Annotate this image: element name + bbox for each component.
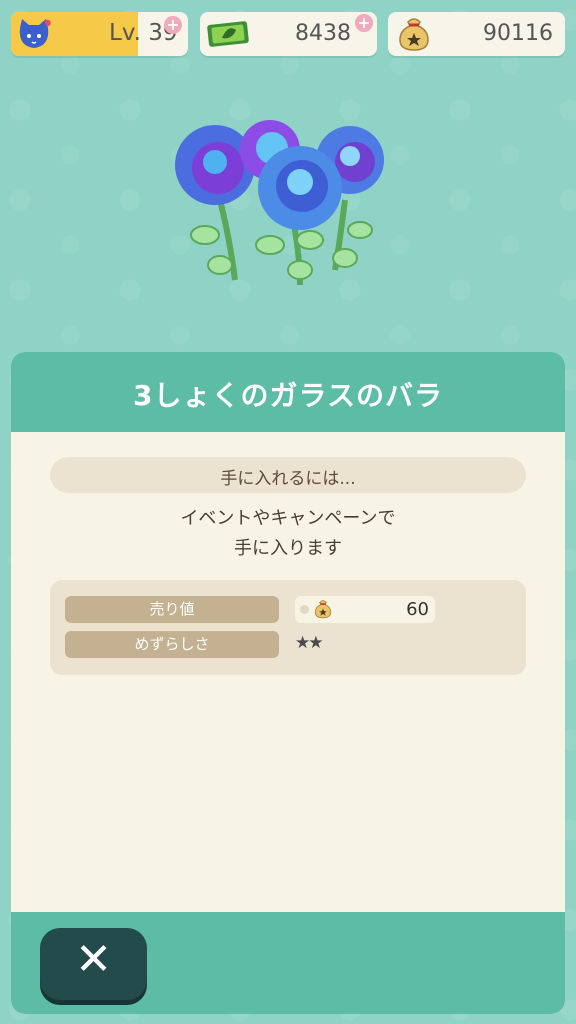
how-to-get-banner: 手に入れるには... [50, 457, 526, 493]
sell-price-field: 60 [295, 596, 435, 623]
close-icon: ✕ [75, 934, 112, 985]
item-description: イベントやキャンペーンで 手に入ります [11, 504, 565, 564]
item-info-box: 売り値 60 めずらしさ ★★ [50, 580, 526, 675]
cat-face-icon [19, 19, 51, 48]
leaf-ticket-counter[interactable]: 8438 + [200, 12, 377, 56]
bells-count: 90116 [483, 21, 553, 46]
rarity-label: めずらしさ [65, 631, 279, 658]
sell-price-label: 売り値 [65, 596, 279, 623]
rarity-stars: ★★ [295, 633, 324, 653]
magnifier-plus-icon[interactable]: + [164, 16, 182, 34]
level-indicator[interactable]: Lv. 39 + [11, 12, 188, 56]
glass-rose-image [175, 120, 384, 286]
how-to-get-header: 手に入れるには... [220, 469, 356, 489]
panel-header: 3しょくのガラスのバラ [11, 352, 565, 432]
add-tickets-icon[interactable]: + [355, 14, 373, 32]
bullet-dot [300, 605, 309, 614]
sell-price-value: 60 [406, 599, 429, 620]
item-name: 3しょくのガラスのバラ [133, 379, 443, 412]
description-line: 手に入ります [234, 538, 342, 559]
description-line: イベントやキャンペーンで [180, 508, 396, 529]
bells-counter: 90116 [388, 12, 565, 56]
close-button[interactable]: ✕ [40, 928, 147, 1000]
item-detail-panel: 3しょくのガラスのバラ 手に入れるには... イベントやキャンペーンで 手に入り… [11, 352, 565, 1014]
leaf-ticket-count: 8438 [295, 21, 351, 46]
leaf-ticket-icon [207, 21, 249, 47]
bell-bag-icon [314, 600, 332, 619]
bell-bag-icon [399, 18, 429, 51]
